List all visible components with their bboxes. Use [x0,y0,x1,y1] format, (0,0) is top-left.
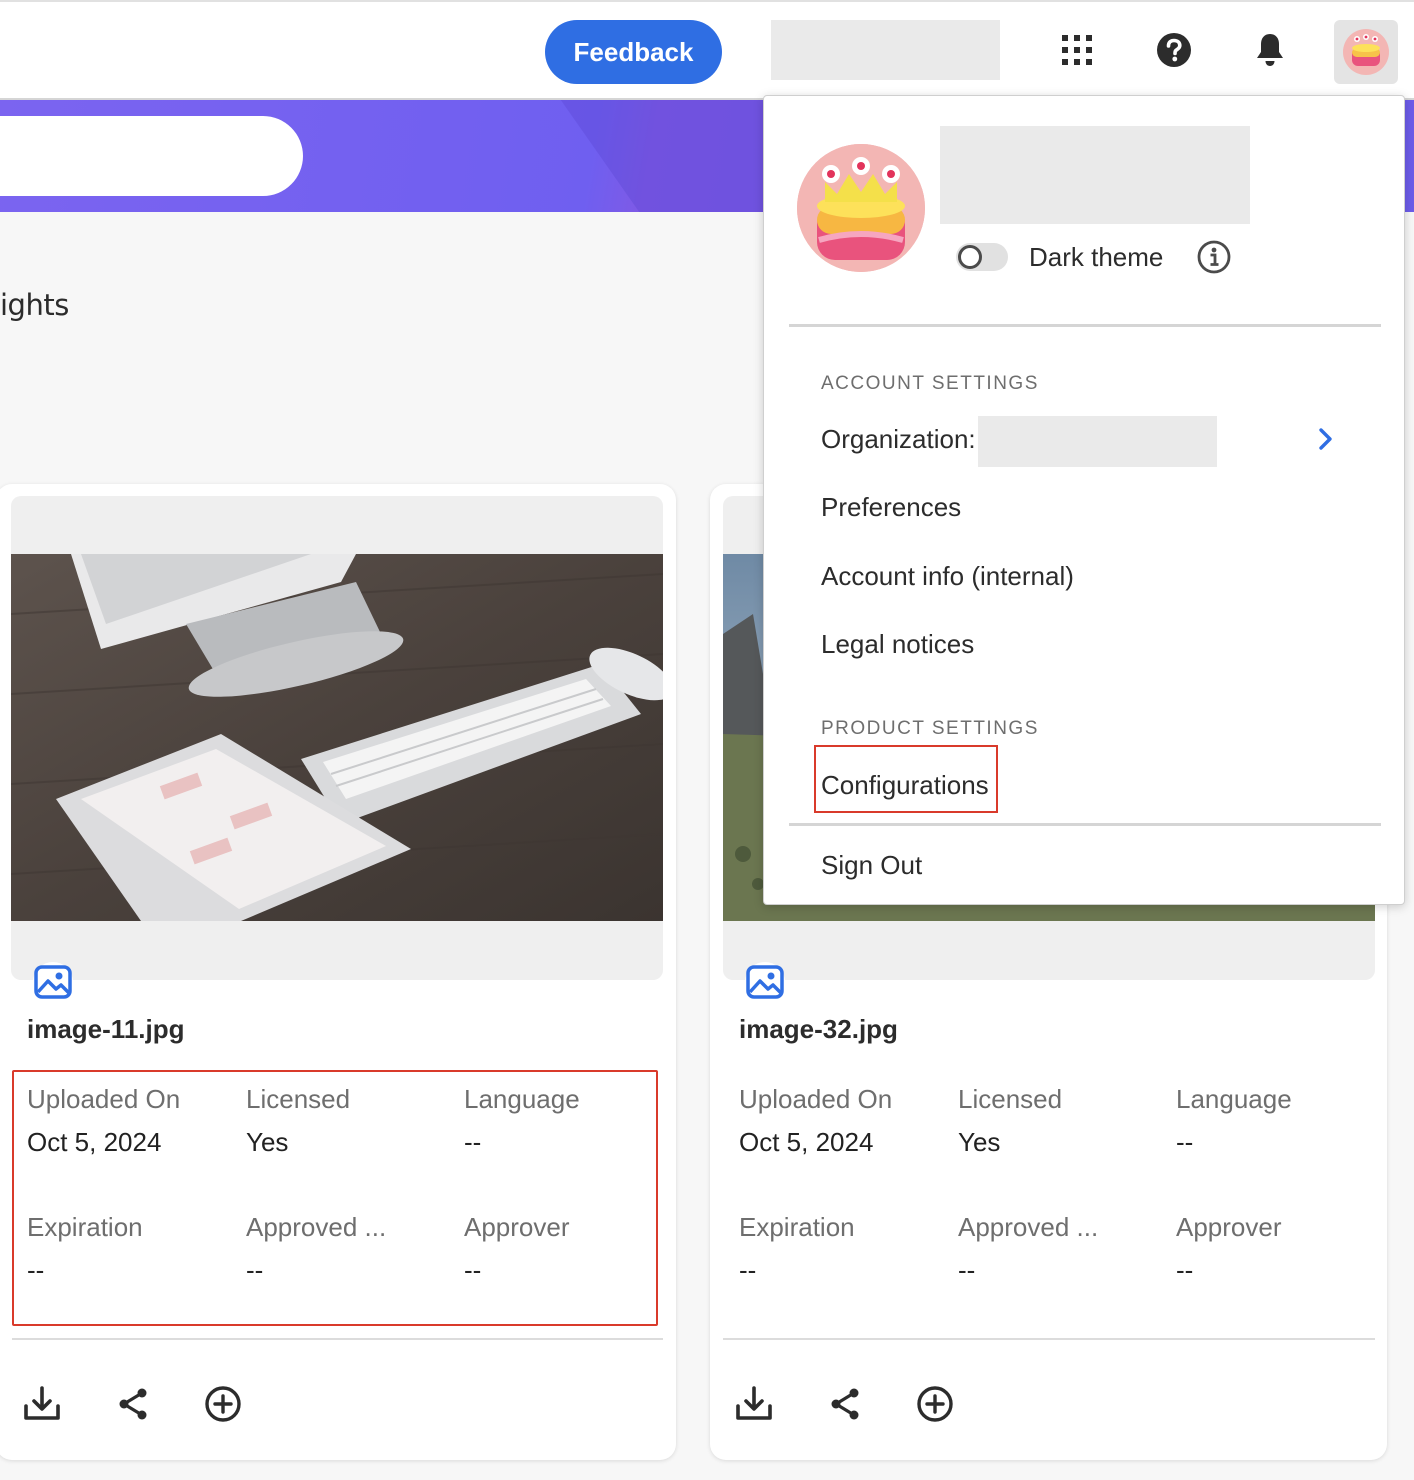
meta-value: -- [739,1255,757,1285]
meta-uploaded-on: Uploaded On Oct 5, 2024 [739,1084,957,1158]
meta-value: Oct 5, 2024 [27,1127,162,1157]
meta-value: -- [246,1255,264,1285]
account-settings-heading: ACCOUNT SETTINGS [821,373,1039,394]
add-circle-icon[interactable] [915,1384,955,1424]
meta-language: Language -- [464,1084,682,1158]
file-name[interactable]: image-11.jpg [27,1014,185,1045]
dark-theme-label: Dark theme [1029,242,1164,272]
meta-label: Expiration [739,1212,855,1242]
meta-value: -- [1176,1255,1194,1285]
meta-approved: Approved ... -- [246,1212,464,1286]
asset-card[interactable]: image-11.jpg Uploaded On Oct 5, 2024 Lic… [0,484,676,1460]
meta-label: Language [464,1084,580,1114]
meta-label: Language [1176,1084,1292,1114]
avatar [1343,29,1389,75]
meta-language: Language -- [1176,1084,1394,1158]
organization-item[interactable]: Organization: [821,424,976,455]
meta-value: -- [464,1127,482,1157]
meta-value: -- [27,1255,45,1285]
meta-label: Expiration [27,1212,143,1242]
meta-label: Uploaded On [27,1084,181,1114]
dark-theme-toggle[interactable] [956,243,1008,271]
file-name[interactable]: image-32.jpg [739,1014,898,1045]
meta-licensed: Licensed Yes [246,1084,464,1158]
product-settings-heading: PRODUCT SETTINGS [821,718,1039,739]
bell-icon[interactable] [1250,30,1290,70]
meta-value: Oct 5, 2024 [739,1127,874,1157]
share-icon[interactable] [113,1384,153,1424]
meta-expiration: Expiration -- [739,1212,957,1286]
organization-label: Organization: [821,424,976,454]
download-icon[interactable] [22,1384,62,1424]
meta-label: Approved ... [246,1212,387,1242]
meta-value: -- [958,1255,976,1285]
metadata-grid: Uploaded On Oct 5, 2024 Licensed Yes Lan… [739,1084,1379,1326]
meta-approved: Approved ... -- [958,1212,1176,1286]
sign-out-item[interactable]: Sign Out [821,850,922,881]
image-file-icon [745,962,785,1002]
meta-uploaded-on: Uploaded On Oct 5, 2024 [27,1084,245,1158]
meta-value: -- [464,1255,482,1285]
meta-approver: Approver -- [1176,1212,1394,1286]
image-file-icon [33,962,73,1002]
meta-label: Licensed [958,1084,1063,1114]
meta-label: Approved ... [958,1212,1099,1242]
menu-divider [789,324,1381,327]
meta-expiration: Expiration -- [27,1212,245,1286]
meta-label: Approver [1176,1212,1282,1242]
menu-divider [789,823,1381,826]
metadata-grid: Uploaded On Oct 5, 2024 Licensed Yes Lan… [12,1084,652,1326]
meta-label: Approver [464,1212,570,1242]
add-circle-icon[interactable] [203,1384,243,1424]
search-input[interactable] [0,116,303,196]
apps-grid-icon[interactable] [1057,30,1097,70]
account-info-item[interactable]: Account info (internal) [821,561,1074,592]
redacted-organization [978,416,1217,467]
thumbnail-image [11,554,663,921]
meta-label: Uploaded On [739,1084,893,1114]
account-menu: Dark theme ACCOUNT SETTINGS Organization… [763,95,1405,905]
thumbnail-frame[interactable] [11,496,663,980]
meta-value: -- [1176,1127,1194,1157]
card-divider [723,1338,1375,1340]
help-icon[interactable] [1154,30,1194,70]
toggle-knob [958,245,982,269]
chevron-right-icon[interactable] [1316,426,1336,452]
configurations-item[interactable]: Configurations [821,770,989,801]
meta-value: Yes [958,1127,1001,1157]
download-icon[interactable] [734,1384,774,1424]
meta-value: Yes [246,1127,289,1157]
redacted-user-name [940,126,1250,224]
meta-approver: Approver -- [464,1212,682,1286]
info-icon[interactable] [1197,240,1231,274]
meta-label: Licensed [246,1084,351,1114]
preferences-item[interactable]: Preferences [821,492,961,523]
redacted-field [771,20,1000,80]
top-bar: Feedback [0,0,1414,100]
feedback-button[interactable]: Feedback [545,20,722,84]
avatar [797,144,925,272]
user-avatar-button[interactable] [1334,20,1398,84]
meta-licensed: Licensed Yes [958,1084,1176,1158]
legal-notices-item[interactable]: Legal notices [821,629,974,660]
card-divider [12,1338,663,1340]
section-heading: ights [0,288,69,322]
share-icon[interactable] [825,1384,865,1424]
